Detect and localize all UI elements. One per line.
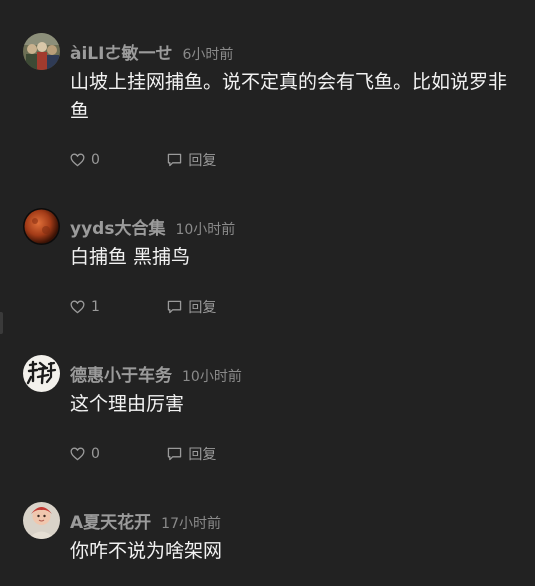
timestamp: 6小时前 [182,47,234,63]
child-photo-avatar-icon [23,502,60,539]
group-photo-avatar-icon [23,33,60,70]
like-count: 0 [91,152,100,168]
username[interactable]: àiLⅠㄜ敏一せ [70,44,172,64]
timestamp: 10小时前 [182,369,242,385]
comment-text: 山坡上挂网捕鱼。说不定真的会有飞鱼。比如说罗非鱼 [70,71,508,122]
comment-actions: 0 回复 [70,150,216,171]
reply-label: 回复 [188,447,217,463]
comment-header: yyds大合集 10小时前 [70,214,235,239]
comment-bubble-icon [168,447,182,461]
like-count: 0 [91,446,100,462]
comment-panel: { "comments": [ { "username": "àiLⅠㄜ敏一せ"… [0,0,535,586]
comment-header: A夏天花开 17小时前 [70,508,221,533]
comment-text: 你咋不说为啥架网 [70,540,223,562]
like-button[interactable]: 0 [70,446,100,462]
username[interactable]: 德惠小于车务 [70,366,172,386]
comment-text: 这个理由厉害 [70,393,185,415]
comment-actions: 1 回复 [70,297,216,318]
timestamp: 17小时前 [161,516,221,532]
reply-button[interactable]: 回复 [167,297,216,317]
comment-item: 德惠小于车务 10小时前 这个理由厉害 0 回复 [0,355,535,470]
comment-item: àiLⅠㄜ敏一せ 6小时前 山坡上挂网捕鱼。说不定真的会有飞鱼。比如说罗非鱼 0 … [0,33,535,173]
like-button[interactable]: 1 [70,299,100,315]
red-moon-avatar-icon [23,208,60,245]
reply-button[interactable]: 回复 [167,444,216,464]
comment-bubble-icon [168,153,182,167]
comment-text: 白捕鱼 黑捕鸟 [70,246,191,268]
comment-header: àiLⅠㄜ敏一せ 6小时前 [70,39,233,64]
avatar[interactable] [23,33,60,70]
avatar[interactable] [23,355,60,392]
reply-label: 回复 [188,153,217,169]
comment-actions: 0 回复 [70,444,216,465]
comment-item: yyds大合集 10小时前 白捕鱼 黑捕鸟 1 回复 [0,208,535,323]
username[interactable]: yyds大合集 [70,219,165,239]
comment-bubble-icon [168,300,182,314]
reply-label: 回复 [188,300,217,316]
timestamp: 10小时前 [175,222,236,238]
heart-outline-icon [70,447,85,461]
heart-outline-icon [70,300,85,314]
avatar[interactable] [23,208,60,245]
reply-button[interactable]: 回复 [167,150,216,170]
username[interactable]: A夏天花开 [70,513,151,533]
heart-outline-icon [70,153,85,167]
comment-header: 德惠小于车务 10小时前 [70,361,242,386]
avatar[interactable] [23,502,60,539]
calligraphy-avatar-icon [23,355,60,392]
comment-item: A夏天花开 17小时前 你咋不说为啥架网 [0,502,535,586]
like-button[interactable]: 0 [70,152,100,168]
like-count: 1 [91,299,100,315]
